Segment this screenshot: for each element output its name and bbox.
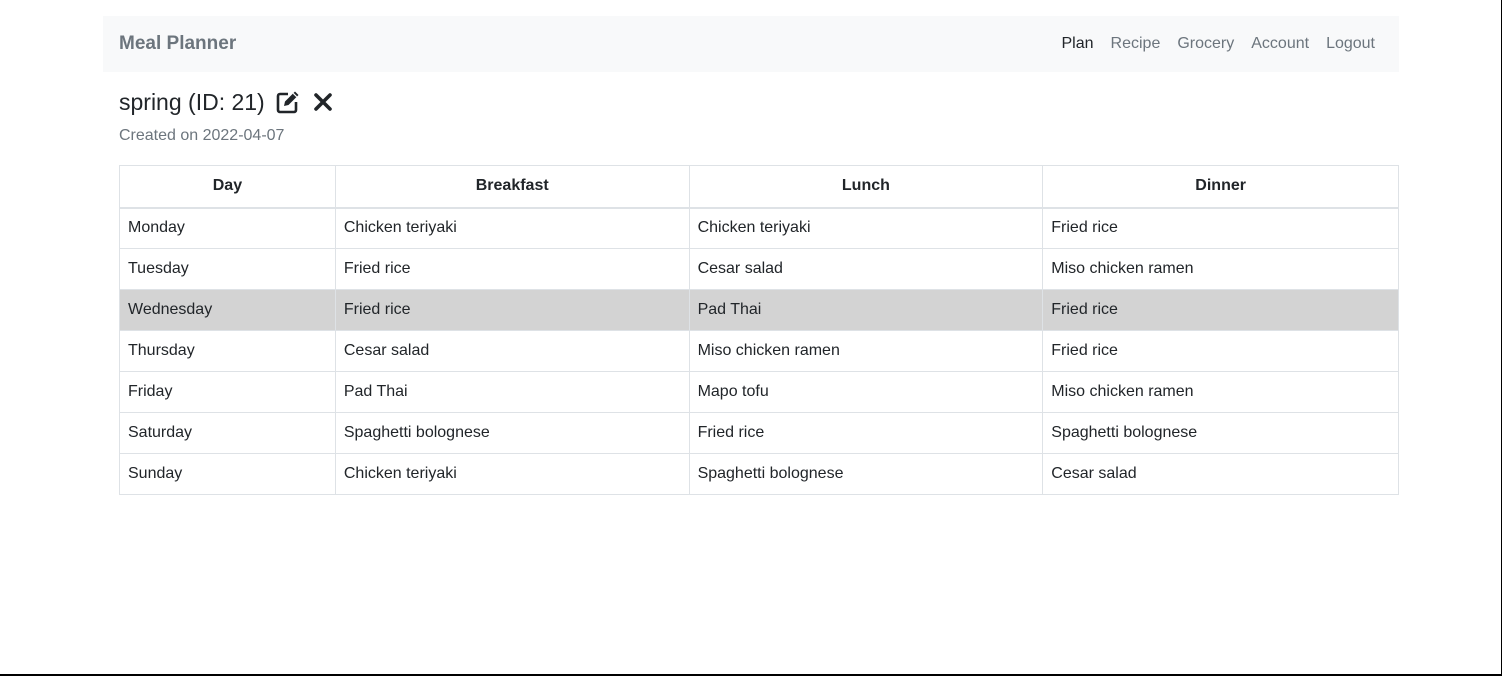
nav-link-logout[interactable]: Logout [1326, 35, 1375, 53]
table-row[interactable]: Friday Pad Thai Mapo tofu Miso chicken r… [119, 371, 1399, 413]
nav-link-grocery[interactable]: Grocery [1177, 35, 1234, 53]
cell-dinner: Fried rice [1042, 330, 1399, 372]
table-row[interactable]: Tuesday Fried rice Cesar salad Miso chic… [119, 248, 1399, 290]
cell-dinner: Miso chicken ramen [1042, 248, 1399, 290]
cell-breakfast: Fried rice [334, 289, 690, 331]
close-icon [313, 93, 332, 111]
cell-breakfast: Chicken teriyaki [334, 453, 690, 495]
navbar: Meal Planner Plan Recipe Grocery Account… [103, 16, 1399, 72]
edit-plan-button[interactable] [274, 88, 302, 116]
cell-lunch: Chicken teriyaki [688, 207, 1044, 249]
created-date: Created on 2022-04-07 [119, 127, 285, 144]
cell-day: Thursday [119, 330, 336, 372]
table-header-row: Day Breakfast Lunch Dinner [119, 165, 1399, 209]
nav-link-plan[interactable]: Plan [1062, 35, 1094, 53]
edit-icon [276, 91, 299, 114]
cell-breakfast: Chicken teriyaki [334, 207, 690, 249]
table-row[interactable]: Saturday Spaghetti bolognese Fried rice … [119, 412, 1399, 454]
cell-day: Wednesday [119, 289, 336, 331]
column-header-lunch: Lunch [688, 165, 1044, 209]
nav-link-recipe[interactable]: Recipe [1111, 35, 1161, 53]
cell-lunch: Cesar salad [688, 248, 1044, 290]
cell-lunch: Mapo tofu [688, 371, 1044, 413]
nav-links: Plan Recipe Grocery Account Logout [1062, 35, 1376, 53]
cell-day: Friday [119, 371, 336, 413]
column-header-day: Day [119, 165, 336, 209]
table-row[interactable]: Monday Chicken teriyaki Chicken teriyaki… [119, 207, 1399, 249]
cell-dinner: Cesar salad [1042, 453, 1399, 495]
page-title: spring (ID: 21) [119, 88, 265, 115]
cell-lunch: Pad Thai [688, 289, 1044, 331]
cell-day: Saturday [119, 412, 336, 454]
column-header-breakfast: Breakfast [334, 165, 690, 209]
cell-day: Monday [119, 207, 336, 249]
cell-day: Sunday [119, 453, 336, 495]
cell-breakfast: Spaghetti bolognese [334, 412, 690, 454]
cell-lunch: Spaghetti bolognese [688, 453, 1044, 495]
cell-lunch: Fried rice [688, 412, 1044, 454]
table-row-highlighted[interactable]: Wednesday Fried rice Pad Thai Fried rice [119, 289, 1399, 331]
cell-breakfast: Pad Thai [334, 371, 690, 413]
table-row[interactable]: Sunday Chicken teriyaki Spaghetti bologn… [119, 453, 1399, 495]
table-row[interactable]: Thursday Cesar salad Miso chicken ramen … [119, 330, 1399, 372]
brand-link[interactable]: Meal Planner [119, 33, 236, 55]
column-header-dinner: Dinner [1042, 165, 1399, 209]
nav-link-account[interactable]: Account [1251, 35, 1309, 53]
page: Meal Planner Plan Recipe Grocery Account… [0, 0, 1502, 676]
cell-dinner: Miso chicken ramen [1042, 371, 1399, 413]
delete-plan-button[interactable] [310, 88, 336, 116]
cell-day: Tuesday [119, 248, 336, 290]
meal-plan-table: Day Breakfast Lunch Dinner Monday Chicke… [119, 165, 1399, 495]
cell-lunch: Miso chicken ramen [688, 330, 1044, 372]
cell-breakfast: Cesar salad [334, 330, 690, 372]
cell-dinner: Fried rice [1042, 207, 1399, 249]
plan-header: spring (ID: 21) [119, 88, 336, 116]
cell-dinner: Spaghetti bolognese [1042, 412, 1399, 454]
cell-dinner: Fried rice [1042, 289, 1399, 331]
cell-breakfast: Fried rice [334, 248, 690, 290]
